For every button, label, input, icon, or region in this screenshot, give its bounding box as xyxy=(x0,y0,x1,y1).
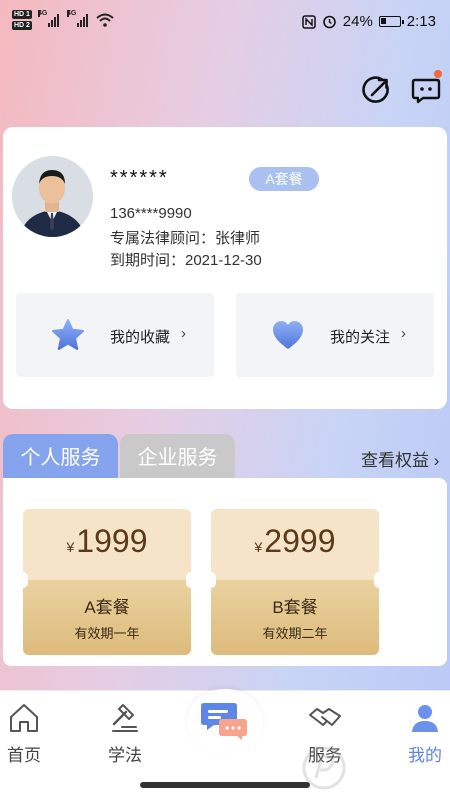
price-amount: 1999 xyxy=(76,523,148,559)
avatar[interactable] xyxy=(12,156,93,237)
signal-1-icon: 4G xyxy=(37,10,59,27)
share-icon xyxy=(362,76,389,103)
nfc-icon xyxy=(302,14,316,29)
plan-price: ¥1999 xyxy=(23,523,191,560)
profile-card: ****** A套餐 136****9990 专属法律顾问：张律师 到期时间：2… xyxy=(3,127,447,409)
follows-label: 我的关注 xyxy=(330,329,391,346)
plan-name: A套餐 xyxy=(84,598,130,617)
star-icon xyxy=(52,319,84,350)
gavel-icon xyxy=(112,704,138,732)
person-icon xyxy=(412,705,438,732)
chevron-right-icon: › xyxy=(181,325,186,342)
chevron-right-icon: › xyxy=(401,325,406,342)
nav-label: 首页 xyxy=(7,746,41,765)
user-name: ****** xyxy=(110,167,169,189)
clock: 2:13 xyxy=(406,13,436,30)
watermark-logo-icon xyxy=(302,746,346,790)
chat-bubbles-icon xyxy=(201,703,247,740)
package-badge: A套餐 xyxy=(249,167,319,191)
avatar-image xyxy=(12,156,93,237)
consult-fab-button[interactable] xyxy=(187,689,263,755)
plan-card-a[interactable]: ¥1999 A套餐 有效期一年 xyxy=(23,509,191,655)
plan-validity: 有效期一年 xyxy=(74,626,140,641)
home-indicator xyxy=(140,782,310,788)
message-button[interactable] xyxy=(410,70,442,106)
currency-symbol: ¥ xyxy=(254,539,263,555)
status-bar: HD 1 HD 2 4G 4G 24% 2:13 xyxy=(0,0,450,48)
battery-icon xyxy=(378,16,404,27)
handshake-icon xyxy=(309,708,341,726)
message-icon xyxy=(411,78,441,104)
plan-card-b[interactable]: ¥2999 B套餐 有效期二年 xyxy=(211,509,379,655)
consultant-info: 专属法律顾问：张律师 xyxy=(110,230,261,247)
my-favorites-button[interactable]: 我的收藏 › xyxy=(16,293,214,377)
home-icon xyxy=(10,704,38,732)
currency-symbol: ¥ xyxy=(66,539,75,555)
tab-personal-service[interactable]: 个人服务 xyxy=(3,434,118,482)
phone-number: 136****9990 xyxy=(110,205,192,222)
plan-name: B套餐 xyxy=(272,598,318,617)
nav-home[interactable]: 首页 xyxy=(0,701,59,766)
top-actions xyxy=(0,70,450,110)
nav-label: 学法 xyxy=(108,746,142,765)
favorites-label: 我的收藏 xyxy=(110,329,171,346)
my-follows-button[interactable]: 我的关注 › xyxy=(236,293,434,377)
wifi-icon xyxy=(96,13,114,27)
tab-enterprise-service[interactable]: 企业服务 xyxy=(120,434,235,482)
plan-price: ¥2999 xyxy=(211,523,379,560)
service-tabs: 个人服务 企业服务 查看权益 › xyxy=(0,434,450,482)
hd1-indicator: HD 1 xyxy=(12,10,32,19)
hd2-indicator: HD 2 xyxy=(12,21,32,30)
plans-panel: ¥1999 A套餐 有效期一年 ¥2999 B套餐 有效期二年 xyxy=(3,478,447,666)
alarm-icon xyxy=(322,15,336,29)
heart-icon xyxy=(273,321,303,349)
signal-2-icon: 4G xyxy=(66,10,88,27)
battery-percent: 24% xyxy=(342,13,373,30)
plan-validity: 有效期二年 xyxy=(262,626,328,641)
notification-dot xyxy=(434,70,442,78)
expiry-date: 到期时间：2021-12-30 xyxy=(110,252,262,269)
site-watermark xyxy=(300,740,450,796)
nav-learn-law[interactable]: 学法 xyxy=(90,701,160,766)
view-rights-link[interactable]: 查看权益 › xyxy=(361,446,439,471)
share-button[interactable] xyxy=(360,74,392,106)
price-amount: 2999 xyxy=(264,523,336,559)
